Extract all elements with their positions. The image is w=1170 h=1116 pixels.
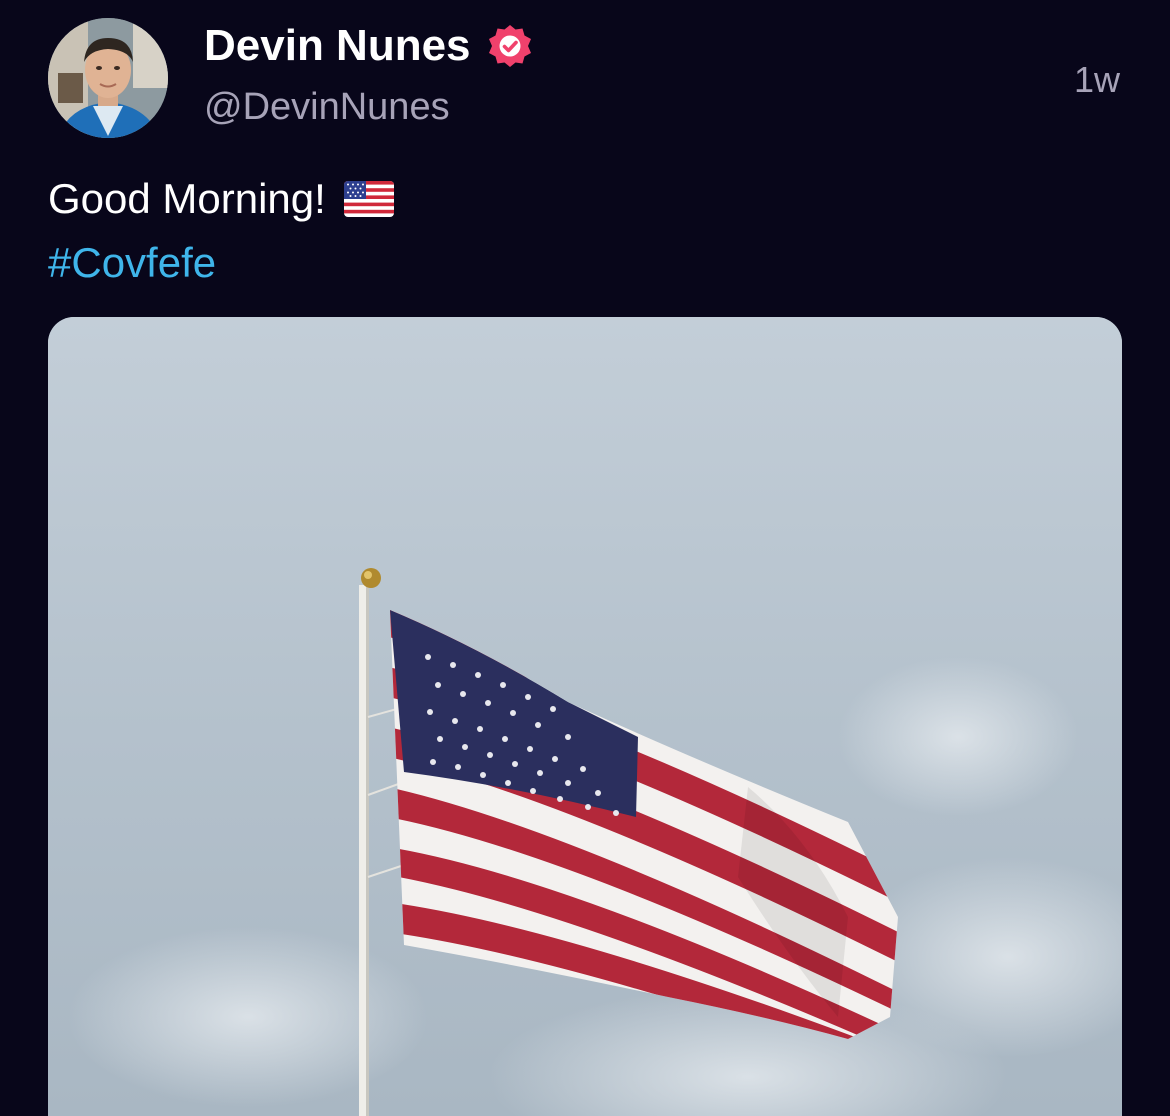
hashtag-link[interactable]: #Covfefe — [48, 236, 216, 290]
flag-photo — [48, 317, 1122, 1116]
verified-badge-icon — [488, 25, 531, 67]
post-text-row: Good Morning! — [48, 172, 394, 226]
post-media-image[interactable] — [48, 317, 1122, 1116]
post-timestamp[interactable]: 1w — [1074, 58, 1120, 102]
post-text: Good Morning! — [48, 175, 326, 222]
us-flag-emoji-icon — [343, 181, 394, 217]
author-display-name[interactable]: Devin Nunes — [204, 20, 471, 72]
avatar-image — [48, 18, 168, 138]
author-handle[interactable]: @DevinNunes — [204, 84, 450, 130]
author-name-row[interactable]: Devin Nunes — [204, 20, 533, 72]
avatar[interactable] — [48, 18, 168, 138]
